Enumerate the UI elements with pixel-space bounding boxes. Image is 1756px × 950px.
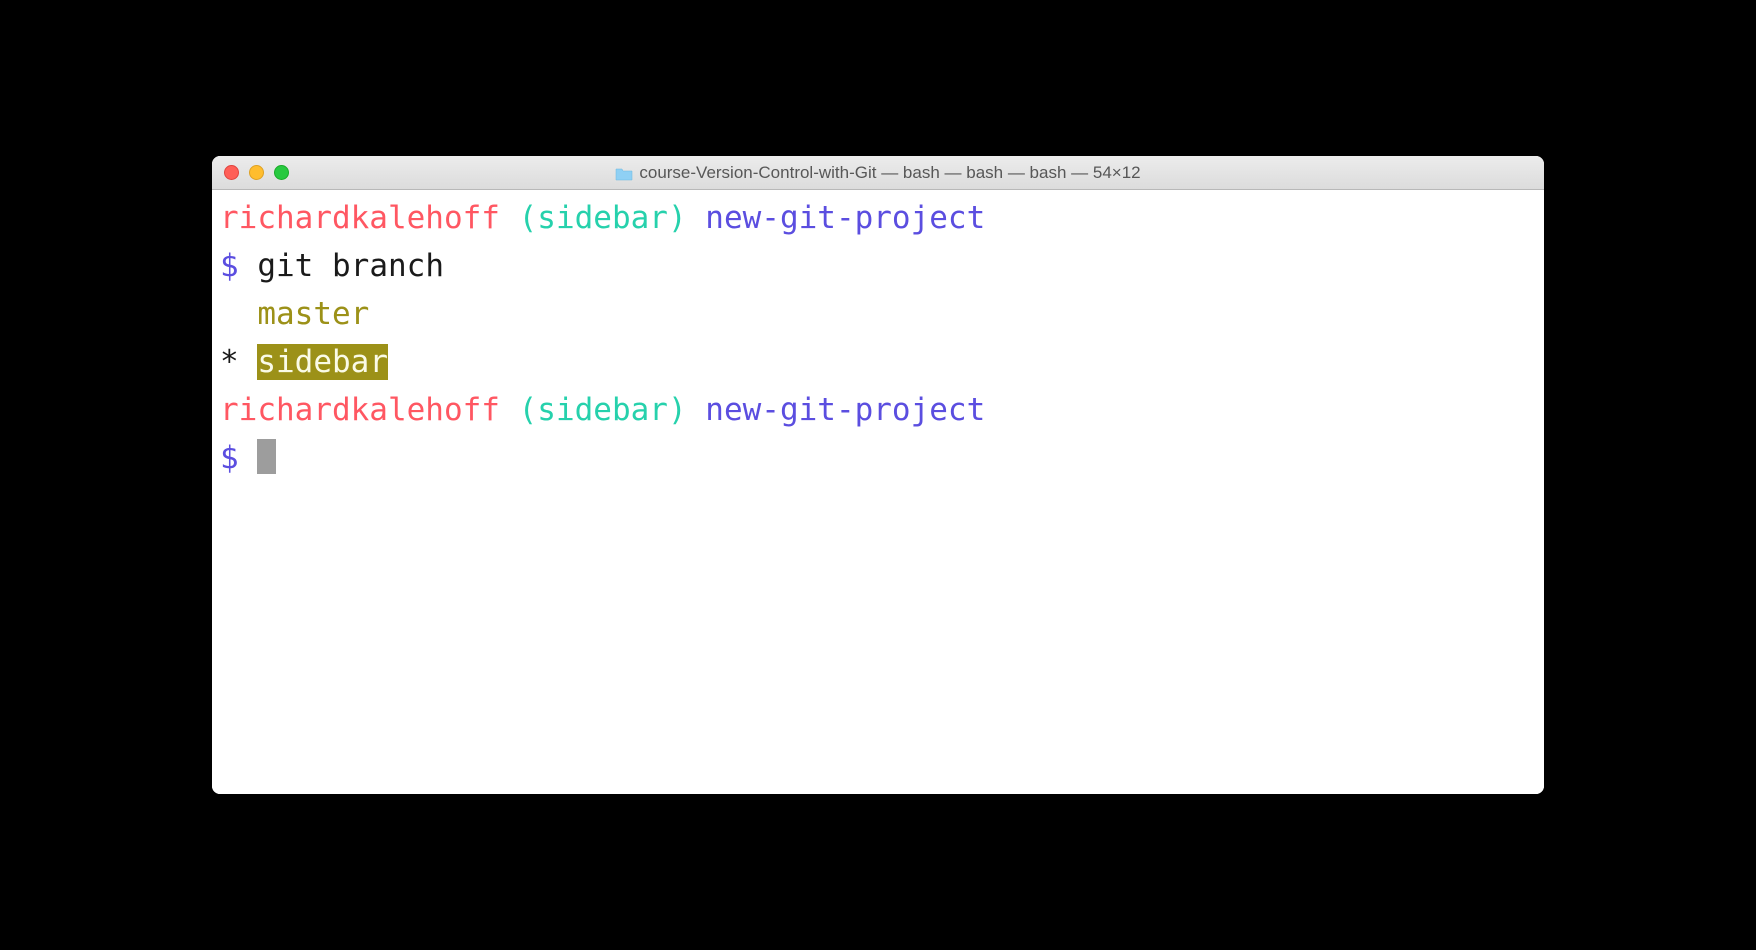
prompt-dollar: $ (220, 440, 239, 476)
output-line: * sidebar (220, 338, 1536, 386)
prompt-user: richardkalehoff (220, 200, 500, 236)
terminal-body[interactable]: richardkalehoff (sidebar) new-git-projec… (212, 190, 1544, 794)
traffic-lights (224, 165, 289, 180)
branch-current: sidebar (257, 344, 388, 380)
branch-other: master (257, 296, 369, 332)
command-line: $ (220, 434, 1536, 482)
cursor (257, 439, 276, 474)
prompt-branch: (sidebar) (519, 200, 687, 236)
maximize-button[interactable] (274, 165, 289, 180)
output-line: master (220, 290, 1536, 338)
prompt-dollar: $ (220, 248, 239, 284)
prompt-user: richardkalehoff (220, 392, 500, 428)
command-line: $ git branch (220, 242, 1536, 290)
current-branch-marker: * (220, 344, 239, 380)
close-button[interactable] (224, 165, 239, 180)
prompt-branch: (sidebar) (519, 392, 687, 428)
prompt-line: richardkalehoff (sidebar) new-git-projec… (220, 194, 1536, 242)
window-title-text: course-Version-Control-with-Git — bash —… (639, 163, 1140, 183)
prompt-project: new-git-project (705, 200, 985, 236)
command-text: git branch (257, 248, 444, 284)
window-title: course-Version-Control-with-Git — bash —… (224, 163, 1532, 183)
terminal-window: course-Version-Control-with-Git — bash —… (212, 156, 1544, 794)
titlebar: course-Version-Control-with-Git — bash —… (212, 156, 1544, 190)
prompt-project: new-git-project (705, 392, 985, 428)
minimize-button[interactable] (249, 165, 264, 180)
prompt-line: richardkalehoff (sidebar) new-git-projec… (220, 386, 1536, 434)
folder-icon (615, 166, 633, 180)
